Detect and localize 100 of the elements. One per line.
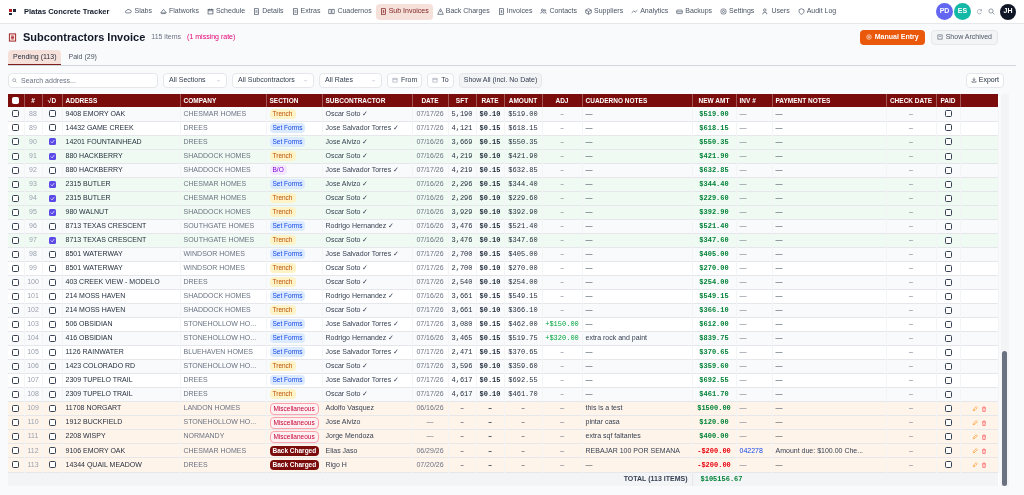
verified-checkbox[interactable] (48, 194, 56, 202)
verified-checkbox[interactable] (48, 110, 56, 118)
verified-checkbox[interactable] (48, 306, 56, 314)
row-checkbox[interactable] (12, 208, 20, 216)
verified-checkbox[interactable] (48, 320, 56, 328)
paid-checkbox[interactable] (944, 222, 952, 230)
row-checkbox[interactable] (12, 419, 20, 427)
row-checkbox[interactable] (12, 222, 20, 230)
box-icon (585, 8, 592, 15)
verified-checkbox[interactable] (48, 348, 56, 356)
select-all-checkbox[interactable] (12, 97, 20, 105)
verified-checkbox[interactable] (48, 391, 56, 399)
verified-checkbox[interactable] (48, 138, 56, 146)
verified-checkbox[interactable] (48, 447, 56, 455)
chevron-down-icon (371, 77, 376, 83)
logo-icon (8, 7, 18, 16)
paid-checkbox[interactable] (944, 278, 952, 286)
verified-checkbox[interactable] (48, 250, 56, 258)
paid-checkbox[interactable] (944, 334, 952, 342)
document-icon (291, 8, 299, 15)
calendar-icon (206, 8, 214, 15)
paid-checkbox[interactable] (944, 194, 952, 202)
paid-checkbox[interactable] (944, 320, 952, 328)
row-checkbox[interactable] (12, 250, 20, 258)
row-checkbox[interactable] (12, 138, 20, 146)
verified-checkbox[interactable] (48, 363, 56, 370)
paid-checkbox[interactable] (944, 292, 952, 300)
drive-icon (676, 8, 684, 15)
row-checkbox[interactable] (12, 194, 20, 202)
chevron-down-icon (303, 77, 308, 83)
paid-checkbox[interactable] (944, 138, 952, 146)
row-checkbox[interactable] (12, 405, 20, 413)
verified-checkbox[interactable] (48, 208, 56, 216)
paid-checkbox[interactable] (944, 306, 952, 314)
row-checkbox[interactable] (12, 334, 20, 342)
verified-checkbox[interactable] (48, 334, 56, 342)
row-checkbox[interactable] (12, 433, 20, 441)
download-icon (970, 77, 977, 83)
row-checkbox[interactable] (12, 363, 20, 370)
row-checkbox[interactable] (12, 447, 20, 455)
row-checkbox[interactable] (12, 166, 20, 174)
row-checkbox[interactable] (12, 377, 20, 384)
paid-checkbox[interactable] (944, 461, 952, 469)
row-checkbox[interactable] (12, 124, 20, 132)
row-checkbox[interactable] (12, 306, 20, 314)
verified-checkbox[interactable] (48, 180, 56, 188)
row-checkbox[interactable] (12, 292, 20, 300)
verified-checkbox[interactable] (48, 433, 56, 441)
paid-checkbox[interactable] (944, 166, 952, 174)
cloud-icon (125, 8, 133, 15)
document-icon (253, 8, 261, 15)
row-checkbox[interactable] (12, 278, 20, 286)
user-icon (762, 8, 770, 15)
paid-checkbox[interactable] (944, 419, 952, 427)
verified-checkbox[interactable] (48, 461, 56, 469)
row-checkbox[interactable] (12, 236, 20, 244)
paid-checkbox[interactable] (944, 236, 952, 244)
verified-checkbox[interactable] (48, 377, 56, 384)
people-icon (540, 8, 548, 15)
scrollbar-thumb[interactable] (1002, 351, 1007, 486)
paid-checkbox[interactable] (944, 405, 952, 413)
calendar-icon (432, 77, 439, 83)
paid-checkbox[interactable] (944, 377, 952, 384)
verified-checkbox[interactable] (48, 124, 56, 132)
verified-checkbox[interactable] (48, 166, 56, 174)
paid-checkbox[interactable] (944, 250, 952, 258)
search-icon (988, 8, 995, 15)
verified-checkbox[interactable] (48, 264, 56, 272)
layers-icon (160, 8, 167, 15)
chevron-down-icon (216, 77, 221, 83)
row-checkbox[interactable] (12, 320, 20, 328)
book-icon (328, 8, 336, 15)
verified-checkbox[interactable] (48, 152, 56, 160)
verified-checkbox[interactable] (48, 222, 56, 230)
paid-checkbox[interactable] (944, 180, 952, 188)
paid-checkbox[interactable] (944, 391, 952, 399)
row-checkbox[interactable] (12, 461, 20, 469)
verified-checkbox[interactable] (48, 292, 56, 300)
row-checkbox[interactable] (12, 180, 20, 188)
paid-checkbox[interactable] (944, 433, 952, 441)
verified-checkbox[interactable] (48, 419, 56, 427)
paid-checkbox[interactable] (944, 348, 952, 356)
paid-checkbox[interactable] (944, 363, 952, 370)
row-checkbox[interactable] (12, 348, 20, 356)
row-checkbox[interactable] (12, 391, 20, 399)
verified-checkbox[interactable] (48, 278, 56, 286)
paid-checkbox[interactable] (944, 208, 952, 216)
verified-checkbox[interactable] (48, 405, 56, 413)
verified-checkbox[interactable] (48, 236, 56, 244)
paid-checkbox[interactable] (944, 447, 952, 455)
paid-checkbox[interactable] (944, 124, 952, 132)
paid-checkbox[interactable] (944, 110, 952, 118)
row-checkbox[interactable] (12, 110, 20, 118)
row-checkbox[interactable] (12, 152, 20, 160)
gear-icon (720, 8, 728, 15)
calendar-icon (392, 77, 398, 83)
page-title: Subcontractors Invoice (23, 29, 146, 45)
row-checkbox[interactable] (12, 264, 20, 272)
paid-checkbox[interactable] (944, 264, 952, 272)
paid-checkbox[interactable] (944, 152, 952, 160)
